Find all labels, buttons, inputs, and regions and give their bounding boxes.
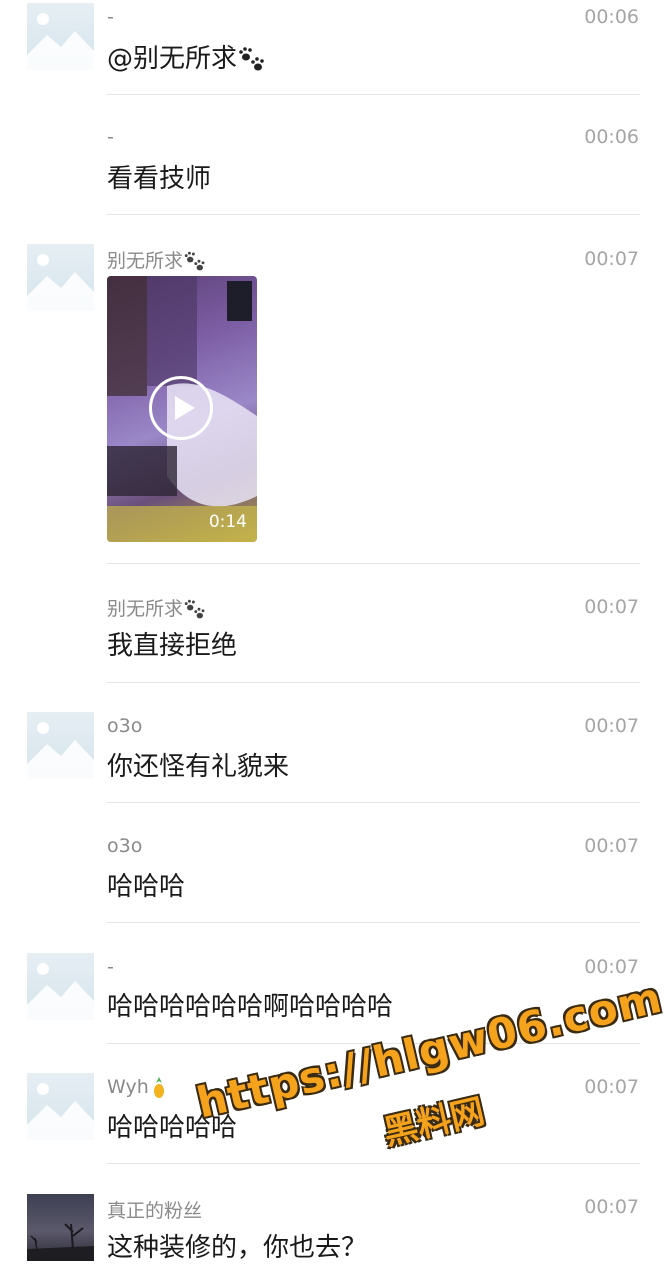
message-text[interactable]: 我直接拒绝 [107, 625, 237, 662]
message-time: 00:06 [584, 126, 639, 148]
sender-name: 真正的粉丝 [107, 1200, 203, 1222]
message-text[interactable]: @别无所求 [107, 38, 267, 75]
avatar-photo [27, 1223, 94, 1261]
sender-name: - [107, 956, 114, 978]
message-text[interactable]: 哈哈哈 [107, 866, 185, 903]
message-time: 00:07 [584, 835, 639, 857]
paw-prints-icon [239, 46, 264, 70]
placeholder-image-icon [27, 1083, 94, 1140]
divider [107, 682, 640, 683]
message-time: 00:07 [584, 596, 639, 618]
sender-name: 别无所求 [107, 246, 207, 274]
sender-name: o3o [107, 715, 143, 737]
divider [107, 563, 640, 564]
placeholder-image-icon [27, 254, 94, 311]
message-text[interactable]: 你还怪有礼貌来 [107, 746, 289, 783]
sender-name: - [107, 6, 114, 28]
avatar[interactable] [27, 953, 94, 1020]
avatar[interactable] [27, 3, 94, 70]
placeholder-image-icon [27, 722, 94, 779]
avatar[interactable] [27, 1194, 94, 1261]
sender-name: Wyh [107, 1076, 169, 1099]
paw-prints-icon [184, 599, 205, 618]
divider [107, 922, 640, 923]
pineapple-icon [153, 1076, 164, 1098]
message-time: 00:06 [584, 6, 639, 28]
message-text[interactable]: 这种装修的，你也去？ [107, 1227, 367, 1264]
divider [107, 214, 640, 215]
divider [107, 802, 640, 803]
paw-prints-icon [184, 251, 205, 270]
message-text[interactable]: 看看技师 [107, 158, 211, 195]
play-icon[interactable] [149, 376, 213, 440]
sender-name: o3o [107, 835, 143, 857]
video-duration: 0:14 [208, 512, 247, 532]
placeholder-image-icon [27, 963, 94, 1020]
sender-name: 别无所求 [107, 594, 207, 622]
message-time: 00:07 [584, 1196, 639, 1218]
message-time: 00:07 [584, 715, 639, 737]
placeholder-image-icon [27, 13, 94, 70]
video-message[interactable]: 0:14 [107, 276, 257, 542]
message-time: 00:07 [584, 248, 639, 270]
message-text[interactable]: 哈哈哈哈哈哈啊哈哈哈哈 [107, 986, 393, 1023]
watermark-site-name: 黑料网 [379, 1091, 489, 1154]
divider [107, 94, 640, 95]
avatar[interactable] [27, 1073, 94, 1140]
sender-name: - [107, 126, 114, 148]
avatar[interactable] [27, 244, 94, 311]
avatar[interactable] [27, 712, 94, 779]
